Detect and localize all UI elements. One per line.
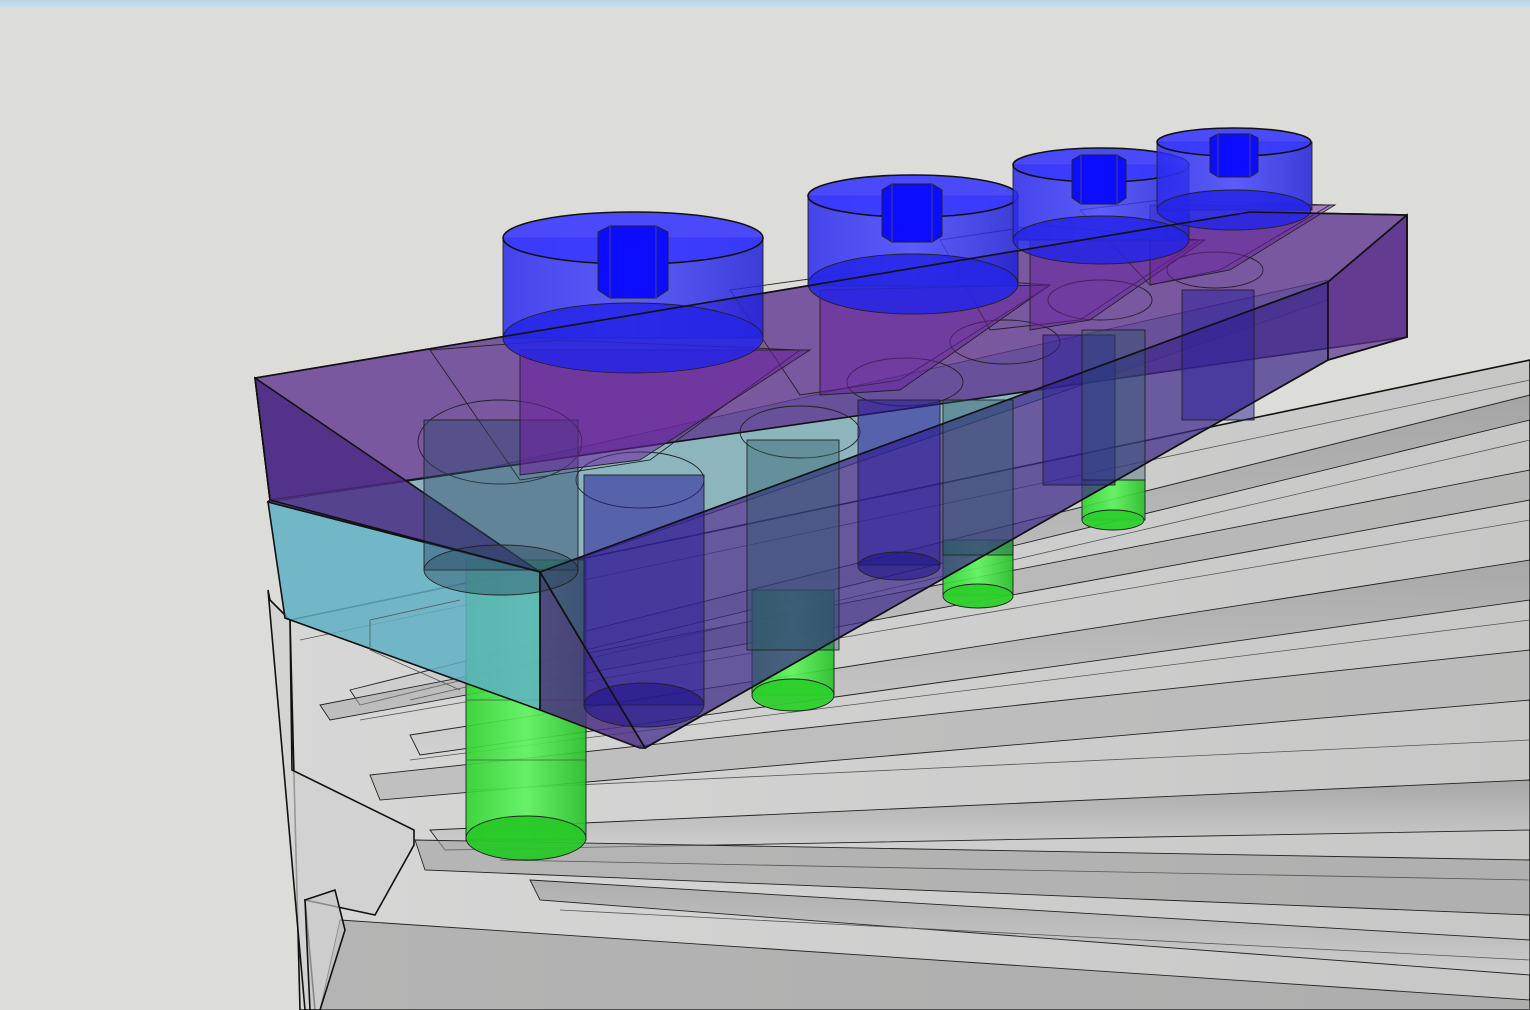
screw-2[interactable] <box>807 174 1019 315</box>
screw-1[interactable] <box>502 211 764 374</box>
3d-viewport[interactable] <box>0 8 1530 1010</box>
sketchup-window <box>0 0 1530 1010</box>
model-scene[interactable] <box>0 8 1530 1010</box>
